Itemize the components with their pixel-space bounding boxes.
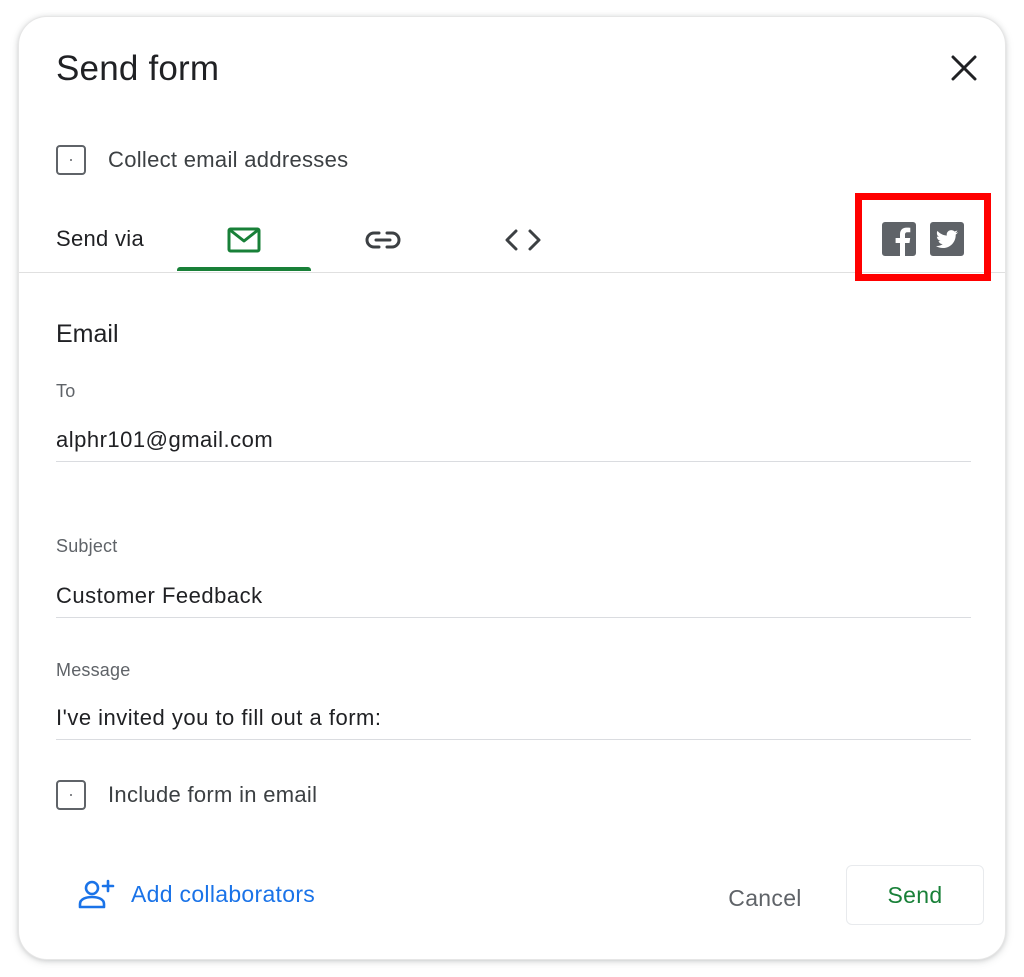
collect-email-label: Collect email addresses <box>108 147 349 172</box>
share-facebook-button[interactable] <box>882 222 916 256</box>
send-button[interactable]: Send <box>846 865 984 925</box>
embed-code-icon <box>505 229 541 251</box>
subject-label: Subject <box>56 536 118 556</box>
add-person-icon <box>78 879 115 909</box>
add-collaborators-button[interactable]: Add collaborators <box>77 879 315 909</box>
subject-field[interactable] <box>56 574 971 618</box>
send-via-label: Send via <box>56 226 145 251</box>
to-field[interactable] <box>56 418 971 462</box>
cancel-button[interactable]: Cancel <box>709 872 821 924</box>
tab-link[interactable] <box>316 207 450 273</box>
message-label: Message <box>56 660 131 680</box>
include-form-checkbox[interactable] <box>56 780 86 810</box>
add-collaborators-label: Add collaborators <box>131 880 316 907</box>
email-icon <box>227 227 261 253</box>
facebook-icon <box>882 222 916 256</box>
message-field[interactable] <box>56 696 971 740</box>
collect-email-row: Collect email addresses <box>56 145 348 175</box>
close-icon <box>951 55 977 81</box>
selected-tab-indicator <box>177 267 311 271</box>
social-highlight-box <box>855 193 991 281</box>
include-form-row: Include form in email <box>56 780 317 810</box>
twitter-icon <box>930 222 964 256</box>
dialog-title: Send form <box>56 49 220 88</box>
tab-embed[interactable] <box>456 207 590 273</box>
close-button[interactable] <box>939 43 989 93</box>
send-form-dialog: Send form Collect email addresses Send v… <box>19 17 1005 959</box>
to-label: To <box>56 381 76 401</box>
email-section-heading: Email <box>56 320 119 348</box>
tab-email[interactable] <box>177 207 311 273</box>
link-icon <box>365 231 401 249</box>
share-twitter-button[interactable] <box>930 222 964 256</box>
collect-email-checkbox[interactable] <box>56 145 86 175</box>
include-form-label: Include form in email <box>108 782 318 807</box>
